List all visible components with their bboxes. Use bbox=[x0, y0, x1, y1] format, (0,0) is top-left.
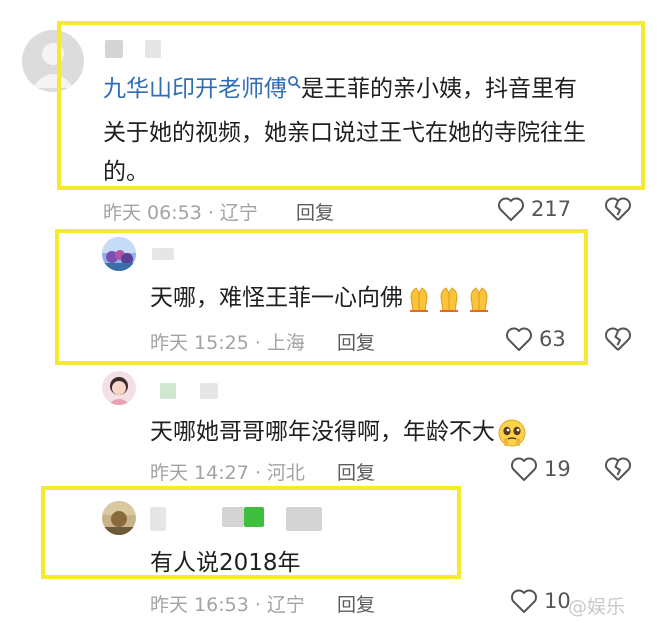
reply-button[interactable]: 回复 bbox=[337, 458, 375, 485]
like-button[interactable]: 19 bbox=[510, 456, 571, 482]
comment-time-location: 昨天 14:27 · 河北 bbox=[150, 462, 305, 484]
comment-time-location: 昨天 16:53 · 辽宁 bbox=[150, 594, 305, 616]
highlight-box bbox=[57, 21, 645, 190]
comment-time-location: 昨天 06:53 · 辽宁 bbox=[103, 202, 258, 224]
comment-text-body: 天哪她哥哥哪年没得啊，年龄不大 bbox=[150, 419, 495, 445]
username-redacted bbox=[160, 383, 176, 399]
highlight-box bbox=[41, 486, 461, 579]
pleading-face-emoji bbox=[498, 419, 526, 446]
like-button[interactable]: 10 bbox=[510, 588, 571, 614]
username-redacted bbox=[200, 383, 218, 399]
watermark: @娱乐 bbox=[568, 596, 626, 618]
heart-icon bbox=[511, 589, 537, 613]
like-count: 217 bbox=[531, 197, 572, 221]
avatar[interactable] bbox=[102, 371, 136, 405]
like-count: 19 bbox=[544, 457, 571, 481]
broken-heart-icon[interactable] bbox=[604, 196, 632, 222]
avatar-image bbox=[108, 377, 130, 405]
broken-heart-icon[interactable] bbox=[604, 326, 632, 352]
heart-icon bbox=[498, 197, 524, 221]
highlight-box bbox=[55, 229, 588, 365]
reply-button[interactable]: 回复 bbox=[296, 198, 334, 225]
like-button[interactable]: 217 bbox=[497, 196, 571, 222]
comment-text: 天哪她哥哥哪年没得啊，年龄不大 bbox=[150, 414, 527, 450]
reply-button[interactable]: 回复 bbox=[337, 590, 375, 617]
like-count: 10 bbox=[544, 589, 571, 613]
broken-heart-icon[interactable] bbox=[604, 456, 632, 482]
heart-icon bbox=[511, 457, 537, 481]
